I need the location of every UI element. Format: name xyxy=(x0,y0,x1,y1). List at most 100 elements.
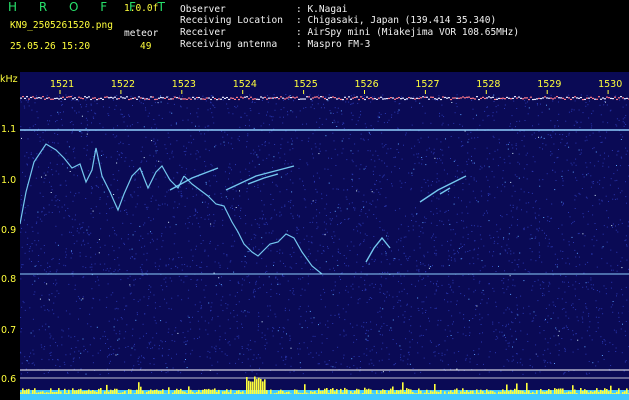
noise-speck xyxy=(129,275,131,277)
noise-speck xyxy=(86,154,87,156)
noise-speck xyxy=(66,141,68,143)
noise-speck xyxy=(204,170,206,172)
carrier-band-speck xyxy=(414,98,416,100)
noise-speck xyxy=(343,335,345,337)
carrier-band-speck xyxy=(560,97,562,99)
histogram-bar xyxy=(356,388,358,394)
carrier-band-speck xyxy=(538,97,540,100)
carrier-band-speck xyxy=(156,98,158,100)
noise-speck xyxy=(38,166,40,168)
noise-speck xyxy=(74,288,76,290)
noise-speck xyxy=(247,311,249,313)
noise-speck xyxy=(67,372,69,374)
noise-speck xyxy=(40,344,42,346)
histogram-bar xyxy=(550,390,552,394)
noise-speck xyxy=(513,252,515,254)
noise-speck xyxy=(209,242,211,244)
noise-speck xyxy=(114,318,116,320)
noise-speck xyxy=(48,298,50,300)
noise-speck xyxy=(564,371,566,373)
noise-speck xyxy=(88,226,90,228)
histogram-bar xyxy=(50,388,52,394)
noise-speck xyxy=(400,300,401,302)
noise-speck xyxy=(555,344,557,346)
noise-speck xyxy=(220,299,222,301)
noise-speck xyxy=(87,232,89,234)
noise-speck xyxy=(113,194,115,195)
noise-speck xyxy=(258,276,260,278)
noise-speck xyxy=(274,313,276,315)
noise-speck xyxy=(266,157,268,159)
noise-speck xyxy=(601,308,603,310)
histogram-bar xyxy=(622,392,624,394)
noise-speck xyxy=(184,275,186,277)
noise-speck xyxy=(31,283,33,285)
noise-speck xyxy=(347,291,349,293)
noise-speck xyxy=(185,353,187,355)
noise-speck xyxy=(381,176,383,178)
noise-speck xyxy=(443,223,445,225)
info-value-receiver: : AirSpy mini (Miakejima VOR 108.65MHz) xyxy=(296,27,520,38)
noise-speck xyxy=(38,277,39,279)
noise-speck xyxy=(248,125,250,127)
noise-speck xyxy=(71,131,73,133)
noise-speck xyxy=(276,250,278,252)
noise-speck xyxy=(558,125,559,127)
noise-speck xyxy=(457,331,459,333)
noise-speck xyxy=(21,266,22,268)
noise-speck xyxy=(186,265,188,267)
noise-speck xyxy=(600,114,602,116)
noise-speck xyxy=(492,266,493,267)
noise-speck xyxy=(420,262,421,263)
noise-speck xyxy=(521,140,523,141)
noise-speck xyxy=(54,196,56,198)
carrier-band-speck xyxy=(334,97,336,99)
carrier-band-speck xyxy=(330,96,332,99)
noise-speck xyxy=(454,233,456,235)
noise-speck xyxy=(618,224,620,226)
noise-speck xyxy=(512,284,514,286)
noise-speck xyxy=(511,321,512,323)
noise-speck xyxy=(467,212,469,214)
noise-speck xyxy=(86,144,88,146)
noise-speck xyxy=(293,251,295,253)
noise-speck xyxy=(37,117,39,119)
noise-speck xyxy=(334,270,335,272)
noise-speck xyxy=(618,312,619,314)
noise-speck xyxy=(315,202,317,203)
noise-speck xyxy=(20,198,22,200)
noise-speck xyxy=(550,318,552,320)
carrier-band-speck xyxy=(320,96,322,98)
noise-speck xyxy=(313,317,315,319)
noise-speck xyxy=(279,215,281,217)
noise-speck xyxy=(279,283,281,285)
noise-speck xyxy=(549,221,551,222)
noise-speck xyxy=(173,207,175,209)
x-tick-label: 1524 xyxy=(232,79,257,90)
noise-speck xyxy=(298,278,300,280)
noise-speck xyxy=(369,350,371,352)
noise-speck xyxy=(568,286,570,287)
noise-speck xyxy=(486,302,488,304)
noise-speck xyxy=(544,338,546,340)
noise-speck xyxy=(341,152,343,154)
noise-speck xyxy=(563,327,565,329)
noise-speck xyxy=(192,196,194,197)
noise-speck xyxy=(620,139,622,140)
noise-speck xyxy=(452,229,454,231)
histogram-bar xyxy=(310,391,312,394)
noise-speck xyxy=(597,322,599,324)
noise-speck xyxy=(593,245,595,247)
noise-speck xyxy=(307,256,309,258)
noise-speck xyxy=(408,351,410,353)
noise-speck xyxy=(33,293,35,295)
noise-speck xyxy=(70,231,72,233)
noise-speck xyxy=(255,282,257,284)
noise-speck xyxy=(99,373,101,375)
noise-speck xyxy=(566,327,568,328)
carrier-band-speck xyxy=(478,98,480,101)
noise-speck xyxy=(225,186,227,188)
noise-speck xyxy=(108,320,110,322)
spectrogram-plot[interactable] xyxy=(20,72,629,400)
noise-speck xyxy=(141,355,142,357)
